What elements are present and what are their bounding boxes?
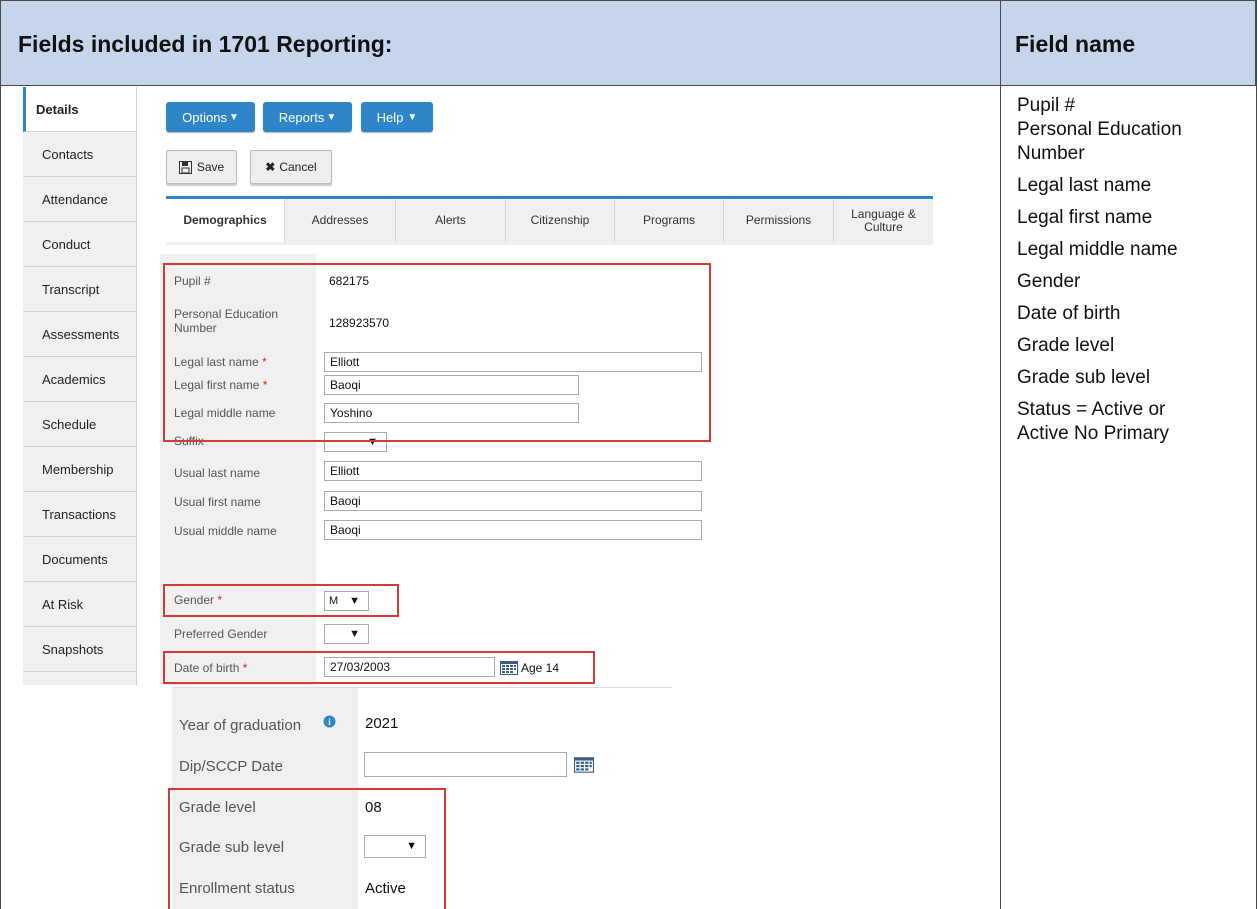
tab-language-culture[interactable]: Language & Culture bbox=[834, 199, 933, 242]
divider bbox=[172, 687, 672, 688]
highlight-legal-names bbox=[163, 263, 711, 442]
dip-date-input[interactable] bbox=[364, 752, 567, 777]
tab-permissions[interactable]: Permissions bbox=[724, 199, 834, 242]
tab-citizenship[interactable]: Citizenship bbox=[506, 199, 615, 242]
calendar-icon[interactable] bbox=[574, 757, 594, 773]
usual-middle-name-input[interactable]: Baoqi bbox=[324, 520, 702, 540]
caret-down-icon: ▼ bbox=[326, 111, 337, 123]
caret-down-icon: ▼ bbox=[349, 628, 360, 640]
sidebar-item-snapshots[interactable]: Snapshots bbox=[23, 627, 136, 672]
highlight-gender bbox=[163, 584, 399, 617]
usual-middle-label: Usual middle name bbox=[174, 524, 277, 538]
usual-last-name-input[interactable]: Elliott bbox=[324, 461, 702, 481]
table-border-left bbox=[0, 0, 1, 909]
options-label: Options bbox=[182, 109, 227, 125]
dip-date-label: Dip/SCCP Date bbox=[179, 758, 283, 775]
close-icon: ✖ bbox=[265, 160, 276, 174]
preferred-gender-label: Preferred Gender bbox=[174, 627, 268, 641]
save-button[interactable]: Save bbox=[166, 150, 237, 184]
field-name-item: Gender bbox=[1017, 271, 1081, 292]
grad-year-value: 2021 bbox=[365, 715, 399, 732]
sidebar-item-assessments[interactable]: Assessments bbox=[23, 312, 136, 357]
sidebar-item-attendance[interactable]: Attendance bbox=[23, 177, 136, 222]
usual-last-label: Usual last name bbox=[174, 466, 261, 480]
sidebar-item-details[interactable]: Details bbox=[23, 87, 136, 132]
field-name-item: Grade sub level bbox=[1017, 367, 1151, 388]
cancel-button[interactable]: ✖ Cancel bbox=[250, 150, 332, 184]
save-icon bbox=[178, 160, 192, 174]
field-name-item: Date of birth bbox=[1017, 303, 1121, 324]
table-column-divider bbox=[1000, 0, 1001, 909]
field-name-item: Legal middle name bbox=[1017, 239, 1178, 260]
tab-alerts[interactable]: Alerts bbox=[396, 199, 506, 242]
preferred-gender-select[interactable]: ▼ bbox=[324, 624, 369, 644]
highlight-dob bbox=[163, 651, 595, 684]
reports-button[interactable]: Reports ▼ bbox=[263, 102, 352, 132]
help-button[interactable]: Help ▼ bbox=[361, 102, 433, 132]
tab-bar: Demographics Addresses Alerts Citizenshi… bbox=[166, 196, 933, 245]
caret-down-icon: ▼ bbox=[228, 111, 239, 123]
header-left-title: Fields included in 1701 Reporting: bbox=[18, 31, 393, 57]
field-name-item: Pupil # bbox=[1017, 95, 1076, 116]
highlight-grade-status bbox=[168, 788, 446, 909]
sidebar-item-contacts[interactable]: Contacts bbox=[23, 132, 136, 177]
sidebar-item-transcript[interactable]: Transcript bbox=[23, 267, 136, 312]
field-name-list: Pupil # Personal Education Number Legal … bbox=[1017, 94, 1247, 446]
help-label: Help bbox=[376, 109, 404, 125]
usual-first-name-input[interactable]: Baoqi bbox=[324, 491, 702, 511]
sidebar-item-schedule[interactable]: Schedule bbox=[23, 402, 136, 447]
tab-programs[interactable]: Programs bbox=[615, 199, 724, 242]
field-name-item: Legal last name bbox=[1017, 175, 1152, 196]
sidebar-item-academics[interactable]: Academics bbox=[23, 357, 136, 402]
field-name-item: Status = Active or bbox=[1017, 399, 1166, 420]
sidebar-item-transactions[interactable]: Transactions bbox=[23, 492, 136, 537]
header-right-title: Field name bbox=[1015, 31, 1136, 57]
table-border-right bbox=[1256, 0, 1257, 909]
tab-demographics[interactable]: Demographics bbox=[166, 199, 285, 242]
options-button[interactable]: Options ▼ bbox=[166, 102, 255, 132]
document-table: Fields included in 1701 Reporting: Field… bbox=[0, 0, 1258, 909]
field-name-item: Personal Education bbox=[1017, 119, 1182, 140]
field-name-item: Grade level bbox=[1017, 335, 1115, 356]
save-label: Save bbox=[196, 160, 225, 174]
sidebar-item-at-risk[interactable]: At Risk bbox=[23, 582, 136, 627]
grad-year-label: Year of graduation bbox=[179, 717, 302, 734]
sidebar-item-conduct[interactable]: Conduct bbox=[23, 222, 136, 267]
sidebar: Details Contacts Attendance Conduct Tran… bbox=[23, 87, 137, 685]
sidebar-item-membership[interactable]: Membership bbox=[23, 447, 136, 492]
field-name-item: Legal first name bbox=[1017, 207, 1153, 228]
field-name-item: Active No Primary bbox=[1017, 423, 1170, 444]
info-icon[interactable]: i bbox=[323, 715, 336, 728]
reports-label: Reports bbox=[278, 109, 325, 125]
sidebar-item-documents[interactable]: Documents bbox=[23, 537, 136, 582]
table-header-row: Fields included in 1701 Reporting: Field… bbox=[0, 0, 1256, 86]
cancel-label: Cancel bbox=[279, 160, 317, 174]
caret-down-icon: ▼ bbox=[407, 111, 418, 123]
usual-first-label: Usual first name bbox=[174, 495, 261, 509]
field-name-item: Number bbox=[1017, 143, 1085, 164]
app-screenshot: Details Contacts Attendance Conduct Tran… bbox=[23, 87, 933, 909]
tab-addresses[interactable]: Addresses bbox=[285, 199, 396, 242]
